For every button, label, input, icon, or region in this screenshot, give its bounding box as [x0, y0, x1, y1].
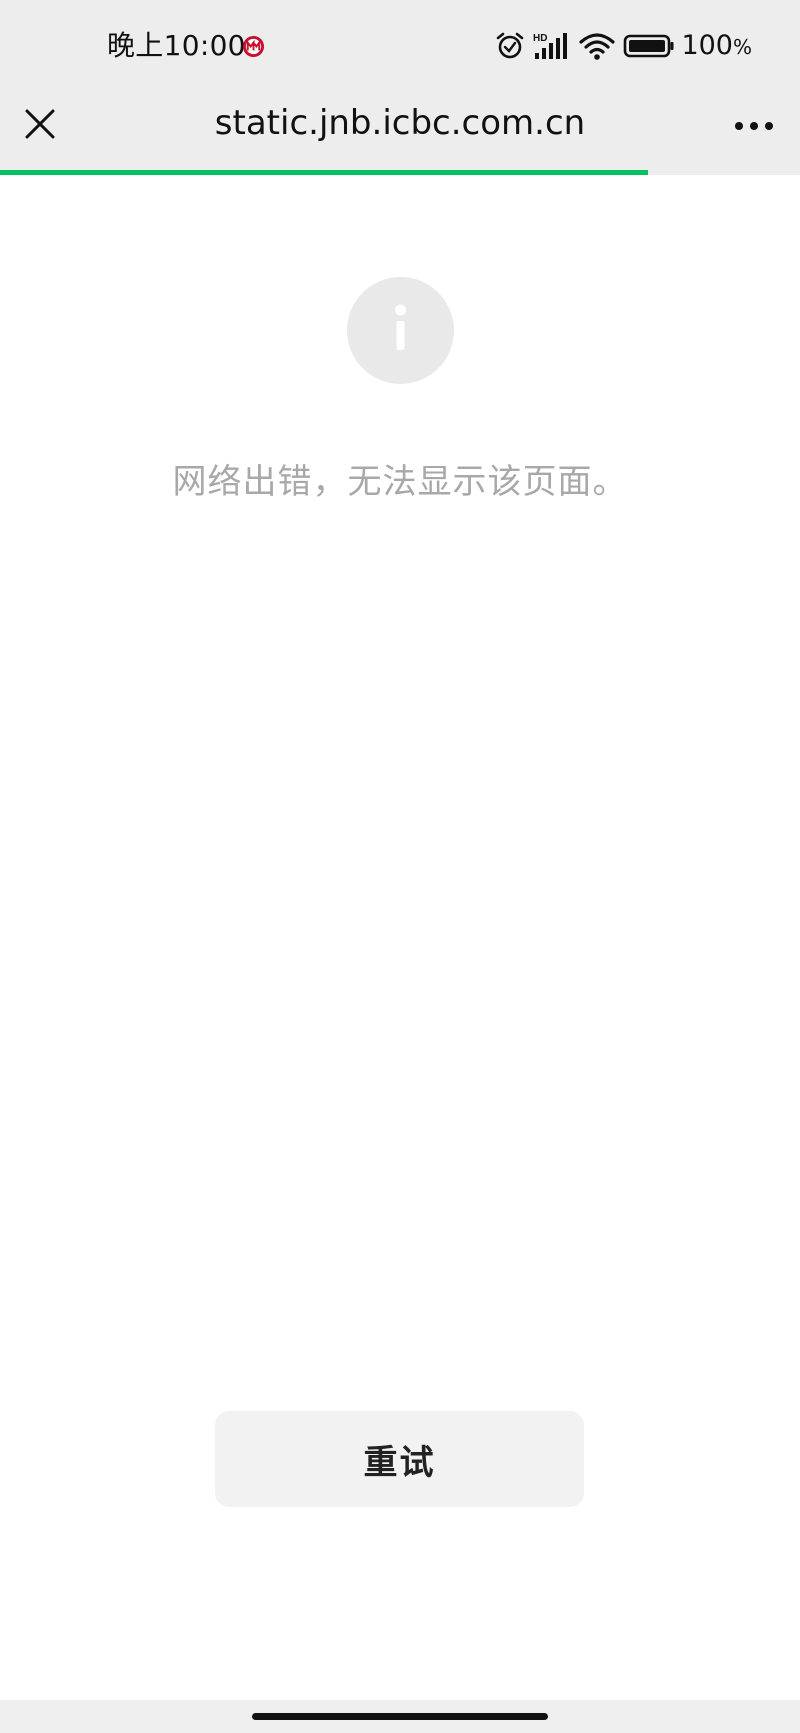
wifi-icon — [579, 33, 616, 60]
hd-signal-icon: HD — [533, 33, 568, 59]
battery-unit: % — [732, 34, 752, 59]
gesture-bar — [0, 1700, 800, 1733]
error-message: 网络出错，无法显示该页面。 — [172, 462, 628, 502]
close-icon — [25, 109, 55, 139]
battery-level: 100 — [681, 29, 733, 61]
page-url-title: static.jnb.icbc.com.cn — [214, 103, 586, 143]
more-icon — [735, 122, 773, 130]
status-bar: 晚上10:00 HD 100% — [0, 0, 800, 92]
alarm-icon — [497, 32, 524, 59]
battery-percentage: 100% — [681, 28, 752, 65]
more-options-button[interactable] — [730, 106, 778, 146]
nav-bar: static.jnb.icbc.com.cn — [0, 92, 800, 170]
webview-error-screen: 晚上10:00 HD 100% static.jnb.icbc.com.cn 网… — [0, 0, 800, 1733]
info-icon — [347, 277, 454, 384]
app-notification-icon — [242, 35, 265, 58]
load-progress-fill — [0, 170, 648, 175]
battery-icon — [624, 34, 674, 58]
home-indicator[interactable] — [252, 1713, 548, 1720]
svg-text:HD: HD — [533, 33, 547, 44]
retry-button[interactable]: 重试 — [215, 1411, 584, 1507]
status-time: 晚上10:00 — [107, 29, 246, 62]
status-icons: HD 100% — [487, 28, 752, 64]
load-progress-bar — [0, 170, 800, 175]
close-button[interactable] — [18, 102, 62, 146]
